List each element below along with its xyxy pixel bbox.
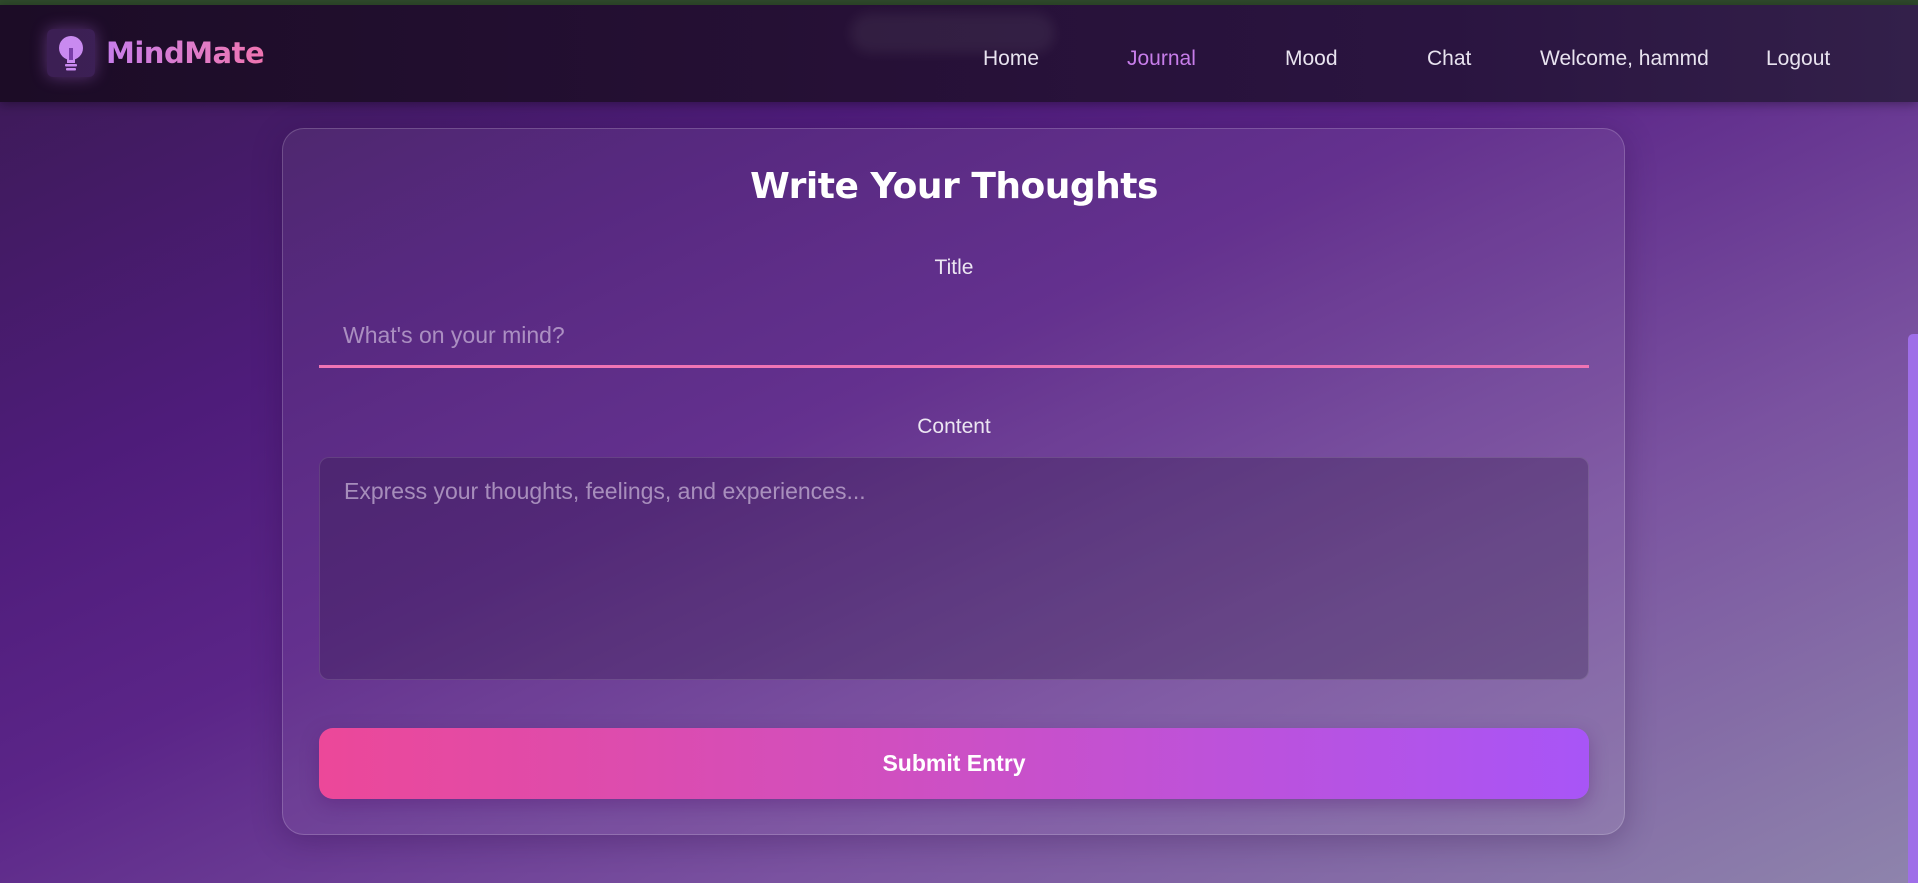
nav-link-home[interactable]: Home: [983, 47, 1039, 71]
nav-link-chat[interactable]: Chat: [1427, 47, 1471, 71]
page-scrollbar-thumb[interactable]: [1908, 334, 1918, 883]
welcome-text: Welcome, hammd: [1540, 47, 1709, 70]
brand-logo[interactable]: MindMate: [47, 29, 265, 77]
navbar: MindMate Home Journal Mood Chat Welcome,…: [0, 5, 1918, 102]
content-label: Content: [917, 415, 991, 438]
submit-entry-button[interactable]: Submit Entry: [319, 728, 1589, 799]
content-textarea[interactable]: [319, 457, 1589, 680]
page-title: Write Your Thoughts: [750, 166, 1158, 207]
logout-link[interactable]: Logout: [1766, 47, 1830, 71]
lightbulb-icon: [47, 29, 95, 77]
title-label: Title: [934, 256, 974, 279]
nav-link-mood[interactable]: Mood: [1285, 47, 1338, 71]
title-input[interactable]: [319, 305, 1589, 368]
brand-name: MindMate: [106, 36, 265, 70]
nav-link-journal[interactable]: Journal: [1127, 47, 1196, 71]
